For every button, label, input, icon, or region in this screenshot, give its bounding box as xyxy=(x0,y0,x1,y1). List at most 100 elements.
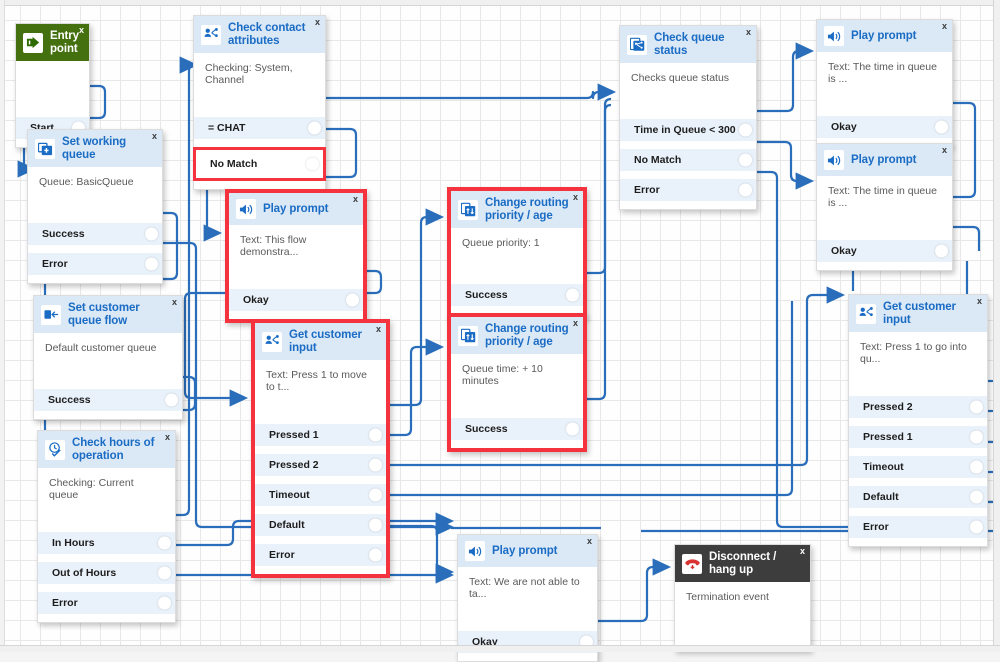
flow-node-get-customer-input-queue[interactable]: Get customer inputxText: Press 1 to go i… xyxy=(848,294,988,547)
node-port[interactable]: Error xyxy=(620,179,756,201)
node-port[interactable]: Success xyxy=(28,223,162,245)
node-port[interactable]: Success xyxy=(451,284,583,306)
node-port-connector[interactable] xyxy=(935,245,948,258)
node-header[interactable]: Set customer queue flowx xyxy=(34,296,182,333)
flow-node-set-customer-queue-flow[interactable]: Set customer queue flowxDefault customer… xyxy=(33,295,183,420)
node-port[interactable]: Error xyxy=(38,592,175,614)
node-port-connector[interactable] xyxy=(935,121,948,134)
node-port[interactable]: Okay xyxy=(817,116,952,138)
node-port-connector[interactable] xyxy=(306,158,319,171)
node-port-connector[interactable] xyxy=(308,122,321,135)
node-port[interactable]: No Match xyxy=(193,147,326,181)
flow-node-disconnect-hang-up[interactable]: Disconnect / hang upxTermination event xyxy=(674,544,811,651)
node-port-connector[interactable] xyxy=(158,597,171,610)
node-header[interactable]: Check hours of operationx xyxy=(38,431,175,468)
node-body-spacer xyxy=(451,262,583,276)
close-icon[interactable]: x xyxy=(79,26,84,35)
node-port-connector[interactable] xyxy=(970,521,983,534)
flow-node-play-prompt-intro[interactable]: Play promptxText: This flow demonstra...… xyxy=(225,189,367,323)
flow-node-check-queue-status[interactable]: Check queue statusxChecks queue statusTi… xyxy=(619,25,757,210)
node-title: Play prompt xyxy=(851,30,916,43)
flow-node-play-prompt-queue-time-2[interactable]: Play promptxText: The time in queue is .… xyxy=(816,143,953,271)
node-port[interactable]: Time in Queue < 300 xyxy=(620,119,756,141)
node-port[interactable]: Pressed 1 xyxy=(255,424,386,446)
flow-node-play-prompt-cannot-take[interactable]: Play promptxText: We are not able to ta.… xyxy=(457,534,598,662)
close-icon[interactable]: x xyxy=(172,298,177,307)
node-port-connector[interactable] xyxy=(145,258,158,271)
flow-node-play-prompt-queue-time-1[interactable]: Play promptxText: The time in queue is .… xyxy=(816,19,953,147)
node-port-connector[interactable] xyxy=(145,228,158,241)
node-port-label: In Hours xyxy=(52,537,95,549)
node-header[interactable]: Get customer inputx xyxy=(255,323,386,360)
node-header[interactable]: Change routing priority / agex xyxy=(451,317,583,354)
flow-node-check-hours-of-operation[interactable]: Check hours of operationxChecking: Curre… xyxy=(37,430,176,623)
node-port[interactable]: Success xyxy=(34,389,182,411)
node-port[interactable]: Pressed 2 xyxy=(255,454,386,476)
node-port-connector[interactable] xyxy=(369,459,382,472)
node-port[interactable]: Okay xyxy=(229,289,363,311)
node-header[interactable]: Check contact attributesx xyxy=(194,16,325,53)
node-port-connector[interactable] xyxy=(970,401,983,414)
node-port[interactable]: Out of Hours xyxy=(38,562,175,584)
node-header[interactable]: Check queue statusx xyxy=(620,26,756,63)
node-port[interactable]: Timeout xyxy=(255,484,386,506)
node-port[interactable]: Error xyxy=(28,253,162,275)
close-icon[interactable]: x xyxy=(376,325,381,334)
flow-node-change-routing-age[interactable]: Change routing priority / agexQueue time… xyxy=(447,313,587,452)
node-port-connector[interactable] xyxy=(566,289,579,302)
node-port-connector[interactable] xyxy=(970,491,983,504)
node-port[interactable]: Default xyxy=(849,486,987,508)
node-port[interactable]: = CHAT xyxy=(194,117,325,139)
node-header[interactable]: Entry pointx xyxy=(16,24,89,61)
node-header[interactable]: Play promptx xyxy=(817,144,952,176)
node-port-connector[interactable] xyxy=(369,549,382,562)
close-icon[interactable]: x xyxy=(573,319,578,328)
close-icon[interactable]: x xyxy=(746,28,751,37)
close-icon[interactable]: x xyxy=(942,22,947,31)
node-port[interactable]: No Match xyxy=(620,149,756,171)
flow-canvas[interactable]: Entry pointxStartSet working queuexQueue… xyxy=(0,0,1000,652)
node-port-connector[interactable] xyxy=(566,423,579,436)
close-icon[interactable]: x xyxy=(800,547,805,556)
node-port-connector[interactable] xyxy=(165,394,178,407)
flow-node-change-routing-priority[interactable]: Change routing priority / agexQueue prio… xyxy=(447,187,587,318)
node-port-connector[interactable] xyxy=(369,429,382,442)
flow-node-check-contact-attributes[interactable]: Check contact attributesxChecking: Syste… xyxy=(193,15,326,190)
node-port-connector[interactable] xyxy=(158,537,171,550)
node-port[interactable]: Success xyxy=(451,418,583,440)
node-port-connector[interactable] xyxy=(346,294,359,307)
node-header[interactable]: Set working queuex xyxy=(28,130,162,167)
node-port[interactable]: Pressed 2 xyxy=(849,396,987,418)
node-port[interactable]: Pressed 1 xyxy=(849,426,987,448)
node-port[interactable]: Timeout xyxy=(849,456,987,478)
node-port-connector[interactable] xyxy=(158,567,171,580)
close-icon[interactable]: x xyxy=(165,433,170,442)
node-header[interactable]: Play promptx xyxy=(229,193,363,225)
node-port-connector[interactable] xyxy=(739,184,752,197)
close-icon[interactable]: x xyxy=(587,537,592,546)
node-header[interactable]: Disconnect / hang upx xyxy=(675,545,810,582)
node-port-connector[interactable] xyxy=(369,519,382,532)
node-port-connector[interactable] xyxy=(739,124,752,137)
close-icon[interactable]: x xyxy=(152,132,157,141)
node-header[interactable]: Play promptx xyxy=(458,535,597,567)
node-header[interactable]: Play prompt x xyxy=(817,20,952,52)
node-port[interactable]: Okay xyxy=(817,240,952,262)
node-port-connector[interactable] xyxy=(739,154,752,167)
close-icon[interactable]: x xyxy=(315,18,320,27)
close-icon[interactable]: x xyxy=(942,146,947,155)
close-icon[interactable]: x xyxy=(977,297,982,306)
node-port-connector[interactable] xyxy=(369,489,382,502)
node-port-connector[interactable] xyxy=(970,461,983,474)
node-port[interactable]: Error xyxy=(849,516,987,538)
node-port-connector[interactable] xyxy=(970,431,983,444)
node-port[interactable]: Error xyxy=(255,544,386,566)
node-port[interactable]: Default xyxy=(255,514,386,536)
node-header[interactable]: Change routing priority / agex xyxy=(451,191,583,228)
flow-node-get-customer-input-main[interactable]: Get customer inputxText: Press 1 to move… xyxy=(251,319,390,578)
flow-node-set-working-queue[interactable]: Set working queuexQueue: BasicQueueSucce… xyxy=(27,129,163,284)
node-header[interactable]: Get customer inputx xyxy=(849,295,987,332)
close-icon[interactable]: x xyxy=(353,195,358,204)
close-icon[interactable]: x xyxy=(573,193,578,202)
node-port[interactable]: In Hours xyxy=(38,532,175,554)
